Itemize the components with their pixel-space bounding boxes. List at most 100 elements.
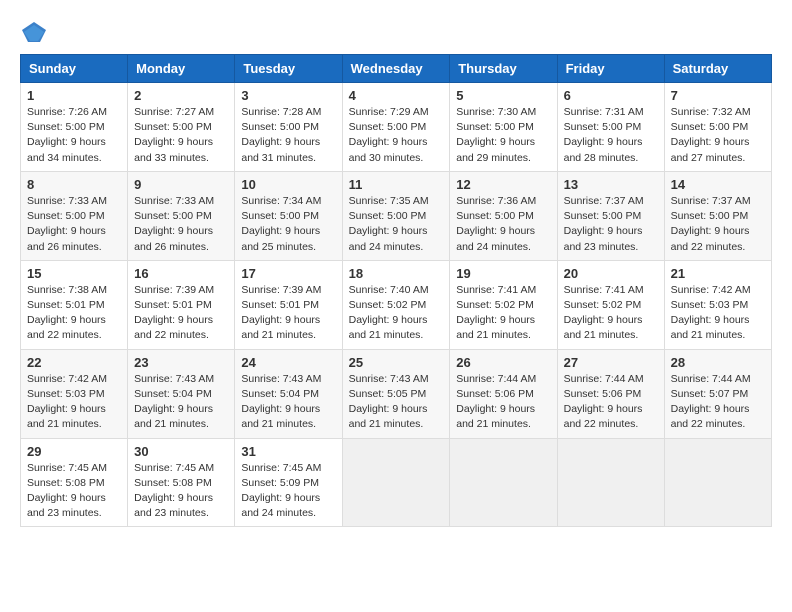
- day-info: Sunrise: 7:33 AMSunset: 5:00 PMDaylight:…: [27, 194, 121, 255]
- day-number: 6: [564, 88, 658, 103]
- day-number: 13: [564, 177, 658, 192]
- day-info: Sunrise: 7:28 AMSunset: 5:00 PMDaylight:…: [241, 105, 335, 166]
- day-number: 11: [349, 177, 444, 192]
- day-info: Sunrise: 7:38 AMSunset: 5:01 PMDaylight:…: [27, 283, 121, 344]
- day-number: 7: [671, 88, 765, 103]
- weekday-header: Monday: [128, 55, 235, 83]
- calendar-day-cell: 2 Sunrise: 7:27 AMSunset: 5:00 PMDaylight…: [128, 83, 235, 172]
- day-info: Sunrise: 7:41 AMSunset: 5:02 PMDaylight:…: [564, 283, 658, 344]
- calendar-week-row: 15 Sunrise: 7:38 AMSunset: 5:01 PMDayligh…: [21, 260, 772, 349]
- calendar-day-cell: 29Sunrise: 7:45 AMSunset: 5:08 PMDayligh…: [21, 438, 128, 527]
- day-info: Sunrise: 7:26 AMSunset: 5:00 PMDaylight:…: [27, 105, 121, 166]
- day-info: Sunrise: 7:32 AMSunset: 5:00 PMDaylight:…: [671, 105, 765, 166]
- day-info: Sunrise: 7:43 AMSunset: 5:04 PMDaylight:…: [241, 372, 335, 433]
- calendar-week-row: 1 Sunrise: 7:26 AMSunset: 5:00 PMDaylight…: [21, 83, 772, 172]
- day-info: Sunrise: 7:41 AMSunset: 5:02 PMDaylight:…: [456, 283, 550, 344]
- weekday-header: Tuesday: [235, 55, 342, 83]
- day-number: 19: [456, 266, 550, 281]
- calendar-day-cell: 22 Sunrise: 7:42 AMSunset: 5:03 PMDayligh…: [21, 349, 128, 438]
- day-number: 21: [671, 266, 765, 281]
- day-number: 9: [134, 177, 228, 192]
- day-number: 4: [349, 88, 444, 103]
- calendar-week-row: 29 Sunrise: 7:45 AMSunset: 5:08 PMDayligh…: [21, 438, 772, 527]
- calendar-day-cell: [557, 438, 664, 527]
- day-info: Sunrise: 7:40 AMSunset: 5:02 PMDaylight:…: [349, 283, 444, 344]
- calendar-day-cell: 14 Sunrise: 7:37 AMSunset: 5:00 PMDayligh…: [664, 171, 771, 260]
- day-number: 14: [671, 177, 765, 192]
- day-number: 17: [241, 266, 335, 281]
- day-info: Sunrise: 7:42 AMSunset: 5:03 PMDaylight:…: [671, 283, 765, 344]
- day-info: Sunrise: 7:37 AMSunset: 5:00 PMDaylight:…: [671, 194, 765, 255]
- day-info: Sunrise: 7:33 AMSunset: 5:00 PMDaylight:…: [134, 194, 228, 255]
- calendar-day-cell: 4 Sunrise: 7:29 AMSunset: 5:00 PMDaylight…: [342, 83, 450, 172]
- calendar-day-cell: 31Sunrise: 7:45 AMSunset: 5:09 PMDayligh…: [235, 438, 342, 527]
- calendar-day-cell: 27 Sunrise: 7:44 AMSunset: 5:06 PMDayligh…: [557, 349, 664, 438]
- day-number: 23: [134, 355, 228, 370]
- day-number: 18: [349, 266, 444, 281]
- day-number: 1: [27, 88, 121, 103]
- day-number: 3: [241, 88, 335, 103]
- calendar-day-cell: 17 Sunrise: 7:39 AMSunset: 5:01 PMDayligh…: [235, 260, 342, 349]
- day-info: Sunrise: 7:27 AMSunset: 5:00 PMDaylight:…: [134, 105, 228, 166]
- calendar-day-cell: 28Sunrise: 7:44 AMSunset: 5:07 PMDayligh…: [664, 349, 771, 438]
- day-number: 27: [564, 355, 658, 370]
- weekday-header: Friday: [557, 55, 664, 83]
- calendar-day-cell: 6Sunrise: 7:31 AMSunset: 5:00 PMDaylight…: [557, 83, 664, 172]
- day-number: 20: [564, 266, 658, 281]
- calendar-day-cell: 20 Sunrise: 7:41 AMSunset: 5:02 PMDayligh…: [557, 260, 664, 349]
- calendar-day-cell: 7 Sunrise: 7:32 AMSunset: 5:00 PMDaylight…: [664, 83, 771, 172]
- day-number: 16: [134, 266, 228, 281]
- calendar-day-cell: 9 Sunrise: 7:33 AMSunset: 5:00 PMDaylight…: [128, 171, 235, 260]
- calendar-day-cell: 3 Sunrise: 7:28 AMSunset: 5:00 PMDaylight…: [235, 83, 342, 172]
- calendar-day-cell: 21 Sunrise: 7:42 AMSunset: 5:03 PMDayligh…: [664, 260, 771, 349]
- weekday-header: Saturday: [664, 55, 771, 83]
- day-info: Sunrise: 7:45 AMSunset: 5:09 PMDaylight:…: [241, 461, 335, 522]
- calendar-day-cell: [664, 438, 771, 527]
- day-number: 30: [134, 444, 228, 459]
- day-number: 10: [241, 177, 335, 192]
- day-number: 15: [27, 266, 121, 281]
- day-info: Sunrise: 7:43 AMSunset: 5:05 PMDaylight:…: [349, 372, 444, 433]
- day-info: Sunrise: 7:39 AMSunset: 5:01 PMDaylight:…: [241, 283, 335, 344]
- calendar-week-row: 22 Sunrise: 7:42 AMSunset: 5:03 PMDayligh…: [21, 349, 772, 438]
- calendar-day-cell: [450, 438, 557, 527]
- day-info: Sunrise: 7:30 AMSunset: 5:00 PMDaylight:…: [456, 105, 550, 166]
- day-info: Sunrise: 7:36 AMSunset: 5:00 PMDaylight:…: [456, 194, 550, 255]
- calendar-day-cell: 15 Sunrise: 7:38 AMSunset: 5:01 PMDayligh…: [21, 260, 128, 349]
- day-info: Sunrise: 7:43 AMSunset: 5:04 PMDaylight:…: [134, 372, 228, 433]
- day-info: Sunrise: 7:37 AMSunset: 5:00 PMDaylight:…: [564, 194, 658, 255]
- calendar-day-cell: 19 Sunrise: 7:41 AMSunset: 5:02 PMDayligh…: [450, 260, 557, 349]
- calendar-week-row: 8Sunrise: 7:33 AMSunset: 5:00 PMDaylight…: [21, 171, 772, 260]
- weekday-header: Wednesday: [342, 55, 450, 83]
- calendar-day-cell: 26 Sunrise: 7:44 AMSunset: 5:06 PMDayligh…: [450, 349, 557, 438]
- calendar-header-row: SundayMondayTuesdayWednesdayThursdayFrid…: [21, 55, 772, 83]
- day-number: 2: [134, 88, 228, 103]
- calendar-day-cell: 10Sunrise: 7:34 AMSunset: 5:00 PMDayligh…: [235, 171, 342, 260]
- day-info: Sunrise: 7:45 AMSunset: 5:08 PMDaylight:…: [134, 461, 228, 522]
- calendar-day-cell: [342, 438, 450, 527]
- calendar-table: SundayMondayTuesdayWednesdayThursdayFrid…: [20, 54, 772, 527]
- day-info: Sunrise: 7:29 AMSunset: 5:00 PMDaylight:…: [349, 105, 444, 166]
- day-number: 24: [241, 355, 335, 370]
- day-info: Sunrise: 7:44 AMSunset: 5:06 PMDaylight:…: [564, 372, 658, 433]
- day-number: 22: [27, 355, 121, 370]
- calendar-day-cell: 24 Sunrise: 7:43 AMSunset: 5:04 PMDayligh…: [235, 349, 342, 438]
- calendar-day-cell: 5Sunrise: 7:30 AMSunset: 5:00 PMDaylight…: [450, 83, 557, 172]
- day-info: Sunrise: 7:42 AMSunset: 5:03 PMDaylight:…: [27, 372, 121, 433]
- day-info: Sunrise: 7:39 AMSunset: 5:01 PMDaylight:…: [134, 283, 228, 344]
- calendar-day-cell: 23 Sunrise: 7:43 AMSunset: 5:04 PMDayligh…: [128, 349, 235, 438]
- day-number: 25: [349, 355, 444, 370]
- page-header: [20, 20, 772, 44]
- weekday-header: Thursday: [450, 55, 557, 83]
- weekday-header: Sunday: [21, 55, 128, 83]
- logo: [20, 20, 52, 44]
- day-info: Sunrise: 7:35 AMSunset: 5:00 PMDaylight:…: [349, 194, 444, 255]
- calendar-day-cell: 11 Sunrise: 7:35 AMSunset: 5:00 PMDayligh…: [342, 171, 450, 260]
- calendar-day-cell: 25 Sunrise: 7:43 AMSunset: 5:05 PMDayligh…: [342, 349, 450, 438]
- day-number: 26: [456, 355, 550, 370]
- day-info: Sunrise: 7:44 AMSunset: 5:06 PMDaylight:…: [456, 372, 550, 433]
- logo-icon: [20, 20, 48, 44]
- day-number: 12: [456, 177, 550, 192]
- calendar-day-cell: 8Sunrise: 7:33 AMSunset: 5:00 PMDaylight…: [21, 171, 128, 260]
- day-number: 29: [27, 444, 121, 459]
